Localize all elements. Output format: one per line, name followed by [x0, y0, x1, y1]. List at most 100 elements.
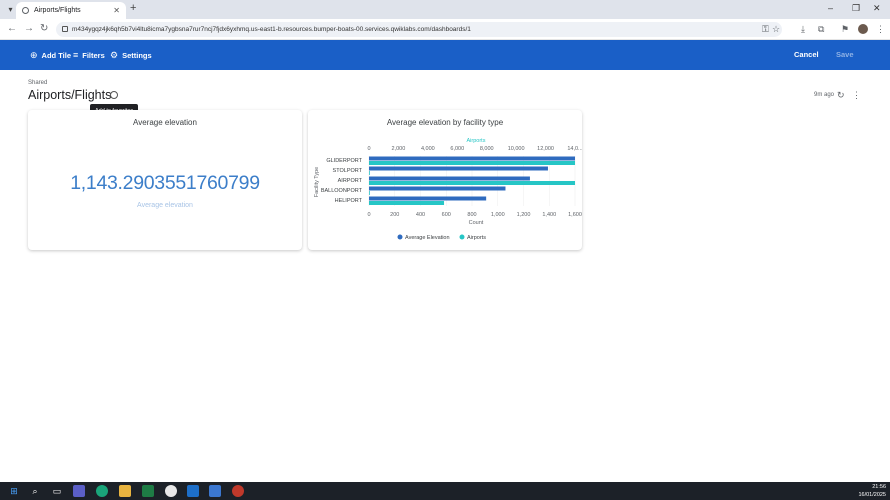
legend-marker [397, 234, 403, 240]
bottom-tick-label: 1,000 [491, 212, 505, 218]
tab-close-icon[interactable]: ✕ [113, 2, 120, 19]
window-close-icon[interactable]: ✕ [873, 3, 881, 14]
forward-icon[interactable]: → [24, 23, 34, 35]
tab-favicon-icon [22, 7, 29, 14]
category-label: GLIDERPORT [326, 158, 362, 164]
bar-average-elevation [369, 186, 506, 191]
os-taskbar: ⊞ ⌕ ▭ 21:56 16/01/2025 [0, 482, 890, 500]
clock-time: 21:56 [872, 484, 886, 490]
back-icon[interactable]: ← [7, 23, 17, 35]
filters-label: Filters [82, 51, 105, 60]
app-icon[interactable] [232, 485, 244, 497]
top-axis-label: Airports [467, 138, 486, 144]
extensions-icon[interactable]: ⧉ [818, 24, 824, 34]
excel-icon[interactable] [142, 485, 154, 497]
reload-icon[interactable]: ↻ [40, 23, 48, 35]
clock-date: 16/01/2025 [858, 492, 886, 498]
filters-button[interactable]: ≡ Filters [73, 40, 105, 70]
restore-icon[interactable]: ❐ [852, 3, 860, 14]
bottom-tick-label: 600 [442, 212, 451, 218]
site-info-icon[interactable] [62, 26, 68, 32]
category-label: AIRPORT [338, 178, 363, 184]
legend-entry: Average Elevation [405, 235, 450, 241]
password-key-icon[interactable]: ⚿ [762, 24, 769, 34]
settings-button[interactable]: ⚙ Settings [110, 40, 152, 70]
top-tick-label: 12,000 [537, 146, 554, 152]
legend-marker [459, 234, 465, 240]
tab-title: Airports/Flights [34, 7, 81, 14]
bar-airports [369, 181, 575, 185]
bottom-tick-label: 200 [390, 212, 399, 218]
dashboard-toolbar: ⊕ Add Tile ≡ Filters ⚙ Settings Cancel Save [0, 40, 890, 70]
sidebar-icon[interactable]: ⚑ [841, 24, 849, 34]
top-tick-label: 4,000 [421, 146, 435, 152]
search-icon[interactable]: ⌕ [29, 485, 41, 497]
tile-average-elevation[interactable]: Average elevation 1,143.2903551760799 Av… [28, 110, 302, 250]
top-tick-label: 2,000 [392, 146, 406, 152]
bottom-axis-label: Count [469, 220, 484, 226]
bottom-tick-label: 400 [416, 212, 425, 218]
page-title: Airports/Flights [28, 88, 112, 102]
minimize-icon[interactable]: – [828, 3, 833, 13]
task-view-icon[interactable]: ▭ [51, 485, 63, 497]
new-tab-icon[interactable]: + [130, 2, 136, 14]
top-tick-label: 14,0... [567, 146, 582, 152]
chrome-icon[interactable] [165, 485, 177, 497]
settings-label: Settings [122, 51, 152, 60]
bar-airports [369, 161, 575, 165]
bottom-tick-label: 1,200 [517, 212, 531, 218]
y-axis-label: Facility Type [314, 167, 320, 197]
bar-average-elevation [369, 196, 487, 201]
cancel-button[interactable]: Cancel [794, 40, 819, 70]
settings-sliders-icon: ⚙ [110, 50, 119, 60]
top-tick-label: 6,000 [450, 146, 464, 152]
save-button[interactable]: Save [836, 40, 854, 70]
teams-icon[interactable] [73, 485, 85, 497]
address-bar[interactable]: m434ygqz4jk6qh5b7vi4ltu8icma7ygbsna7rur7… [56, 22, 782, 37]
bookmark-star-icon[interactable]: ☆ [772, 24, 780, 34]
single-value-label: Average elevation [137, 202, 193, 209]
bar-average-elevation [369, 156, 575, 161]
bar-average-elevation [369, 166, 548, 171]
dashboard-menu-icon[interactable]: ⋮ [852, 90, 861, 101]
profile-avatar[interactable] [858, 24, 868, 34]
browser-tab[interactable]: Airports/Flights ✕ [16, 2, 126, 19]
top-tick-label: 8,000 [480, 146, 494, 152]
add-circle-icon: ⊕ [30, 50, 38, 60]
category-label: STOLPORT [333, 168, 363, 174]
top-tick-label: 0 [367, 146, 370, 152]
browser-menu-icon[interactable]: ⋮ [876, 24, 885, 34]
tile-elevation-by-facility[interactable]: Average elevation by facility type Airpo… [308, 110, 582, 250]
category-label: HELIPORT [335, 198, 363, 204]
add-tile-label: Add Tile [41, 51, 71, 60]
top-tick-label: 10,000 [508, 146, 525, 152]
bar-average-elevation [369, 176, 530, 181]
tile-title: Average elevation [133, 118, 197, 127]
add-tile-button[interactable]: ⊕ Add Tile [30, 40, 71, 70]
bottom-tick-label: 1,400 [542, 212, 556, 218]
folder-breadcrumb[interactable]: Shared [28, 80, 47, 86]
outlook-icon[interactable] [187, 485, 199, 497]
bar-chart: Airports 0 2,000 4,000 6,000 8,000 10,000 12,00… [314, 138, 582, 241]
last-updated-text: 9m ago [814, 92, 835, 98]
edge-icon[interactable] [96, 485, 108, 497]
download-icon[interactable]: ⤓ [801, 24, 805, 34]
browser-tab-strip: ▾ Airports/Flights ✕ + – ❐ ✕ [0, 0, 890, 19]
browser-toolbar: ← → ↻ m434ygqz4jk6qh5b7vi4ltu8icma7ygbsn… [0, 19, 890, 40]
bar-airports [369, 201, 445, 205]
refresh-icon[interactable]: ↻ [837, 90, 845, 101]
single-value: 1,143.2903551760799 [70, 172, 260, 194]
word-icon[interactable] [209, 485, 221, 497]
bar-airports [369, 171, 370, 175]
bottom-tick-label: 1,600 [568, 212, 582, 218]
start-icon[interactable]: ⊞ [8, 485, 20, 497]
filter-icon: ≡ [73, 50, 79, 60]
category-label: BALLOONPORT [321, 188, 363, 194]
taskbar-clock: 21:56 16/01/2025 [852, 483, 886, 499]
legend-entry: Airports [467, 235, 486, 241]
file-explorer-icon[interactable] [119, 485, 131, 497]
favorite-heart-icon[interactable] [110, 91, 118, 99]
url-text: m434ygqz4jk6qh5b7vi4ltu8icma7ygbsna7rur7… [72, 26, 471, 33]
bottom-tick-label: 0 [367, 212, 370, 218]
bar-airports [369, 191, 370, 195]
